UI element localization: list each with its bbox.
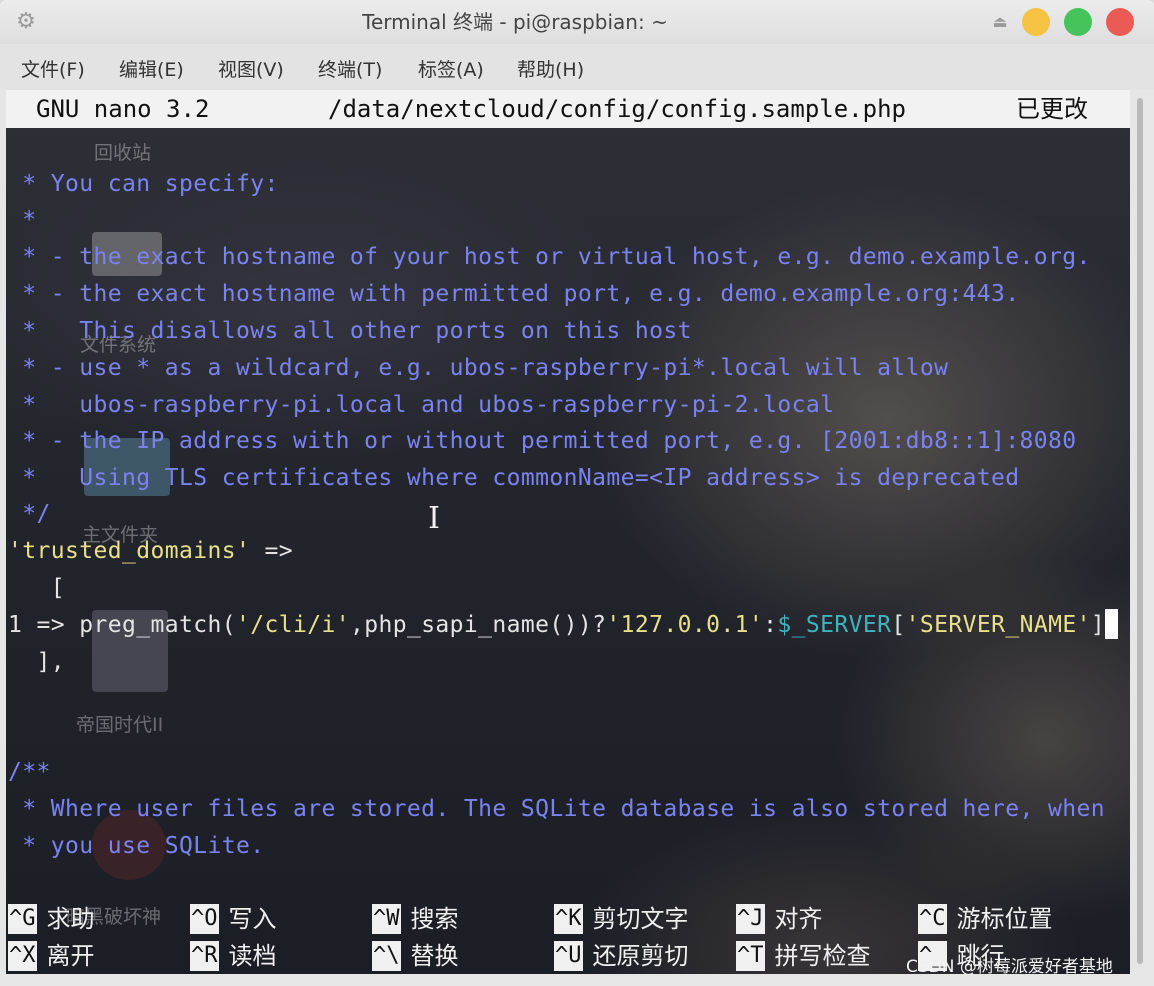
shortcut-key: ^\: [372, 941, 401, 971]
nano-version: GNU nano 3.2: [36, 95, 210, 123]
shortcut-key: ^G: [8, 904, 37, 934]
code-line[interactable]: * - the exact hostname of your host or v…: [8, 239, 1091, 275]
code-token: ,php_sapi_name())?: [349, 612, 607, 638]
menu-tabs[interactable]: 标签(A): [418, 55, 484, 82]
variable-token: $_SERVER: [777, 612, 892, 638]
desktop-aoe-label: 帝国时代II: [76, 714, 164, 736]
shortcut-key: ^R: [190, 941, 219, 971]
shortcut-help[interactable]: ^G 求助: [8, 901, 95, 937]
code-line[interactable]: * - the IP address with or without permi…: [8, 423, 1077, 459]
code-line[interactable]: * ubos-raspberry-pi.local and ubos-raspb…: [8, 387, 834, 423]
code-line[interactable]: * - use * as a wildcard, e.g. ubos-raspb…: [8, 350, 948, 386]
string-token: 'trusted_domains': [8, 538, 251, 564]
shortcut-justify[interactable]: ^J 对齐: [736, 901, 823, 937]
shortcut-key: ^W: [372, 904, 401, 934]
code-line[interactable]: * You can specify:: [8, 166, 279, 202]
shortcut-spell[interactable]: ^T 拼写检查: [736, 938, 871, 974]
shortcut-replace[interactable]: ^\ 替换: [372, 938, 459, 974]
shortcut-key: ^U: [554, 941, 583, 971]
shortcut-key: ^T: [736, 941, 765, 971]
shortcut-uncut[interactable]: ^U 还原剪切: [554, 938, 689, 974]
code-line[interactable]: /**: [8, 754, 51, 790]
code-line[interactable]: * you use SQLite.: [8, 828, 264, 864]
menu-edit[interactable]: 编辑(E): [119, 55, 184, 82]
shortcut-label: 还原剪切: [592, 942, 689, 970]
shortcut-label: 游标位置: [956, 905, 1053, 933]
shortcut-label: 离开: [46, 942, 95, 970]
code-line[interactable]: [: [8, 570, 65, 606]
nano-title-bar: GNU nano 3.2 /data/nextcloud/config/conf…: [6, 90, 1130, 128]
shortcut-key: ^K: [554, 904, 583, 934]
shortcut-key: ^J: [736, 904, 765, 934]
code-line[interactable]: * - the exact hostname with permitted po…: [8, 276, 1020, 312]
shortcut-cursor-pos[interactable]: ^C 游标位置: [918, 901, 1053, 937]
shortcut-label: 搜索: [410, 905, 459, 933]
menu-bar: 文件(F) 编辑(E) 视图(V) 终端(T) 标签(A) 帮助(H): [0, 44, 1154, 90]
code-line[interactable]: * This disallows all other ports on this…: [8, 313, 692, 349]
shortcut-read[interactable]: ^R 读档: [190, 938, 277, 974]
shortcut-write[interactable]: ^O 写入: [190, 901, 277, 937]
code-token: =>: [250, 538, 293, 564]
code-line[interactable]: */: [8, 496, 51, 532]
code-token: ]: [1090, 612, 1106, 638]
keep-above-icon[interactable]: ⏏: [988, 10, 1012, 34]
maximize-button[interactable]: [1064, 8, 1092, 36]
shortcut-key: ^X: [8, 941, 37, 971]
terminal-window: ⚙ Terminal 终端 - pi@raspbian: ~ ⏏ 文件(F) 编…: [0, 0, 1154, 986]
code-line[interactable]: * Where user files are stored. The SQLit…: [8, 791, 1105, 827]
title-bar[interactable]: ⚙ Terminal 终端 - pi@raspbian: ~ ⏏: [0, 0, 1154, 44]
string-token: '/cli/i': [235, 612, 350, 638]
string-token: 'SERVER_NAME': [905, 612, 1091, 638]
code-line-cursor[interactable]: 1 => preg_match('/cli/i',php_sapi_name()…: [8, 607, 1119, 643]
code-line[interactable]: ],: [8, 644, 65, 680]
nano-filename: /data/nextcloud/config/config.sample.php: [328, 95, 906, 123]
shortcut-label: 拼写检查: [774, 942, 871, 970]
shortcut-label: 对齐: [774, 905, 823, 933]
terminal-area[interactable]: 回收站 文件系统 主文件夹 帝国时代II 暗黑破坏神 GNU nano 3.2 …: [6, 90, 1130, 974]
shortcut-exit[interactable]: ^X 离开: [8, 938, 95, 974]
shortcut-search[interactable]: ^W 搜索: [372, 901, 459, 937]
close-button[interactable]: [1106, 8, 1134, 36]
menu-file[interactable]: 文件(F): [21, 55, 85, 82]
code-token: 1 => preg_match(: [8, 612, 236, 638]
shortcut-label: 写入: [228, 905, 277, 933]
minimize-button[interactable]: [1022, 8, 1050, 36]
code-line[interactable]: 'trusted_domains' =>: [8, 533, 293, 569]
watermark-text: CSDN @树莓派爱好者基地: [906, 957, 1113, 977]
shortcut-cut[interactable]: ^K 剪切文字: [554, 901, 689, 937]
shortcut-label: 读档: [228, 942, 277, 970]
text-cursor: [1105, 608, 1119, 639]
mouse-ibeam-icon: Ⅰ: [428, 501, 440, 536]
shortcut-label: 剪切文字: [592, 905, 689, 933]
window-title: Terminal 终端 - pi@raspbian: ~: [362, 10, 668, 34]
shortcut-label: 求助: [46, 905, 95, 933]
code-token: [: [891, 612, 906, 638]
shortcut-label: 替换: [410, 942, 459, 970]
code-line[interactable]: *: [8, 202, 37, 238]
shortcut-key: ^C: [918, 904, 947, 934]
menu-help[interactable]: 帮助(H): [517, 55, 584, 82]
scrollbar-thumb[interactable]: [1137, 98, 1143, 964]
menu-view[interactable]: 视图(V): [218, 55, 284, 82]
menu-terminal[interactable]: 终端(T): [318, 55, 382, 82]
desktop-trash-label: 回收站: [94, 142, 152, 164]
nano-modified-flag: 已更改: [1016, 95, 1088, 123]
code-line[interactable]: * Using TLS certificates where commonNam…: [8, 460, 1020, 496]
shortcut-key: ^O: [190, 904, 219, 934]
code-token: :: [763, 612, 778, 638]
terminal-scrollbar[interactable]: [1134, 90, 1148, 974]
string-token: '127.0.0.1': [606, 612, 764, 638]
